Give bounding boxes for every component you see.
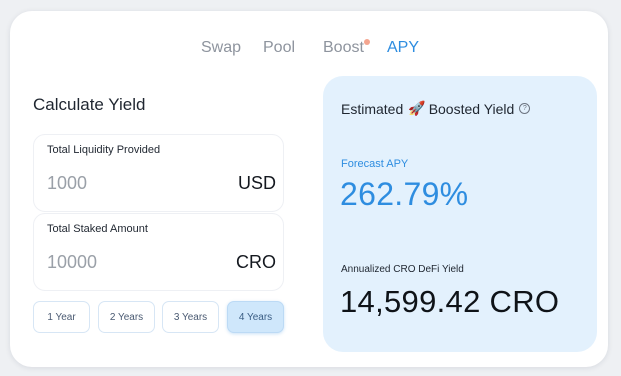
annualized-yield-value: 14,599.42 CRO: [340, 284, 560, 319]
tab-pool[interactable]: Pool: [263, 39, 295, 57]
rocket-icon: 🚀: [408, 100, 426, 116]
calculate-yield-title: Calculate Yield: [33, 95, 146, 114]
estimate-title-suffix: Boosted Yield: [428, 100, 515, 117]
help-icon[interactable]: ?: [519, 103, 531, 114]
estimate-panel: Estimated 🚀 Boosted Yield ? Forecast APY…: [323, 76, 597, 352]
estimate-title: Estimated 🚀 Boosted Yield ?: [341, 100, 531, 117]
forecast-apy-label: Forecast APY: [341, 158, 409, 170]
period-3-years-button[interactable]: 3 Years: [162, 301, 219, 333]
tab-swap[interactable]: Swap: [201, 39, 241, 57]
boost-notification-dot: [364, 39, 370, 45]
top-nav: Swap Pool Boost APY: [10, 39, 608, 63]
liquidity-input-box: Total Liquidity Provided USD: [33, 134, 284, 212]
liquidity-unit: USD: [237, 173, 276, 193]
period-4-years-button[interactable]: 4 Years: [227, 301, 284, 333]
yield-card: Swap Pool Boost APY Calculate Yield Tota…: [10, 11, 608, 367]
estimate-title-prefix: Estimated: [341, 100, 404, 117]
period-2-years-button[interactable]: 2 Years: [98, 301, 155, 333]
forecast-apy-value: 262.79%: [340, 176, 469, 212]
staked-unit: CRO: [236, 252, 276, 272]
liquidity-label: Total Liquidity Provided: [47, 144, 161, 156]
tab-boost[interactable]: Boost: [323, 39, 364, 57]
period-1-year-button[interactable]: 1 Year: [33, 301, 90, 333]
staked-input[interactable]: [47, 252, 197, 273]
staked-label: Total Staked Amount: [47, 223, 148, 235]
staked-input-box: Total Staked Amount CRO: [33, 213, 284, 291]
liquidity-input[interactable]: [47, 173, 197, 194]
annualized-yield-label: Annualized CRO DeFi Yield: [341, 264, 464, 275]
tab-apy[interactable]: APY: [387, 39, 419, 57]
